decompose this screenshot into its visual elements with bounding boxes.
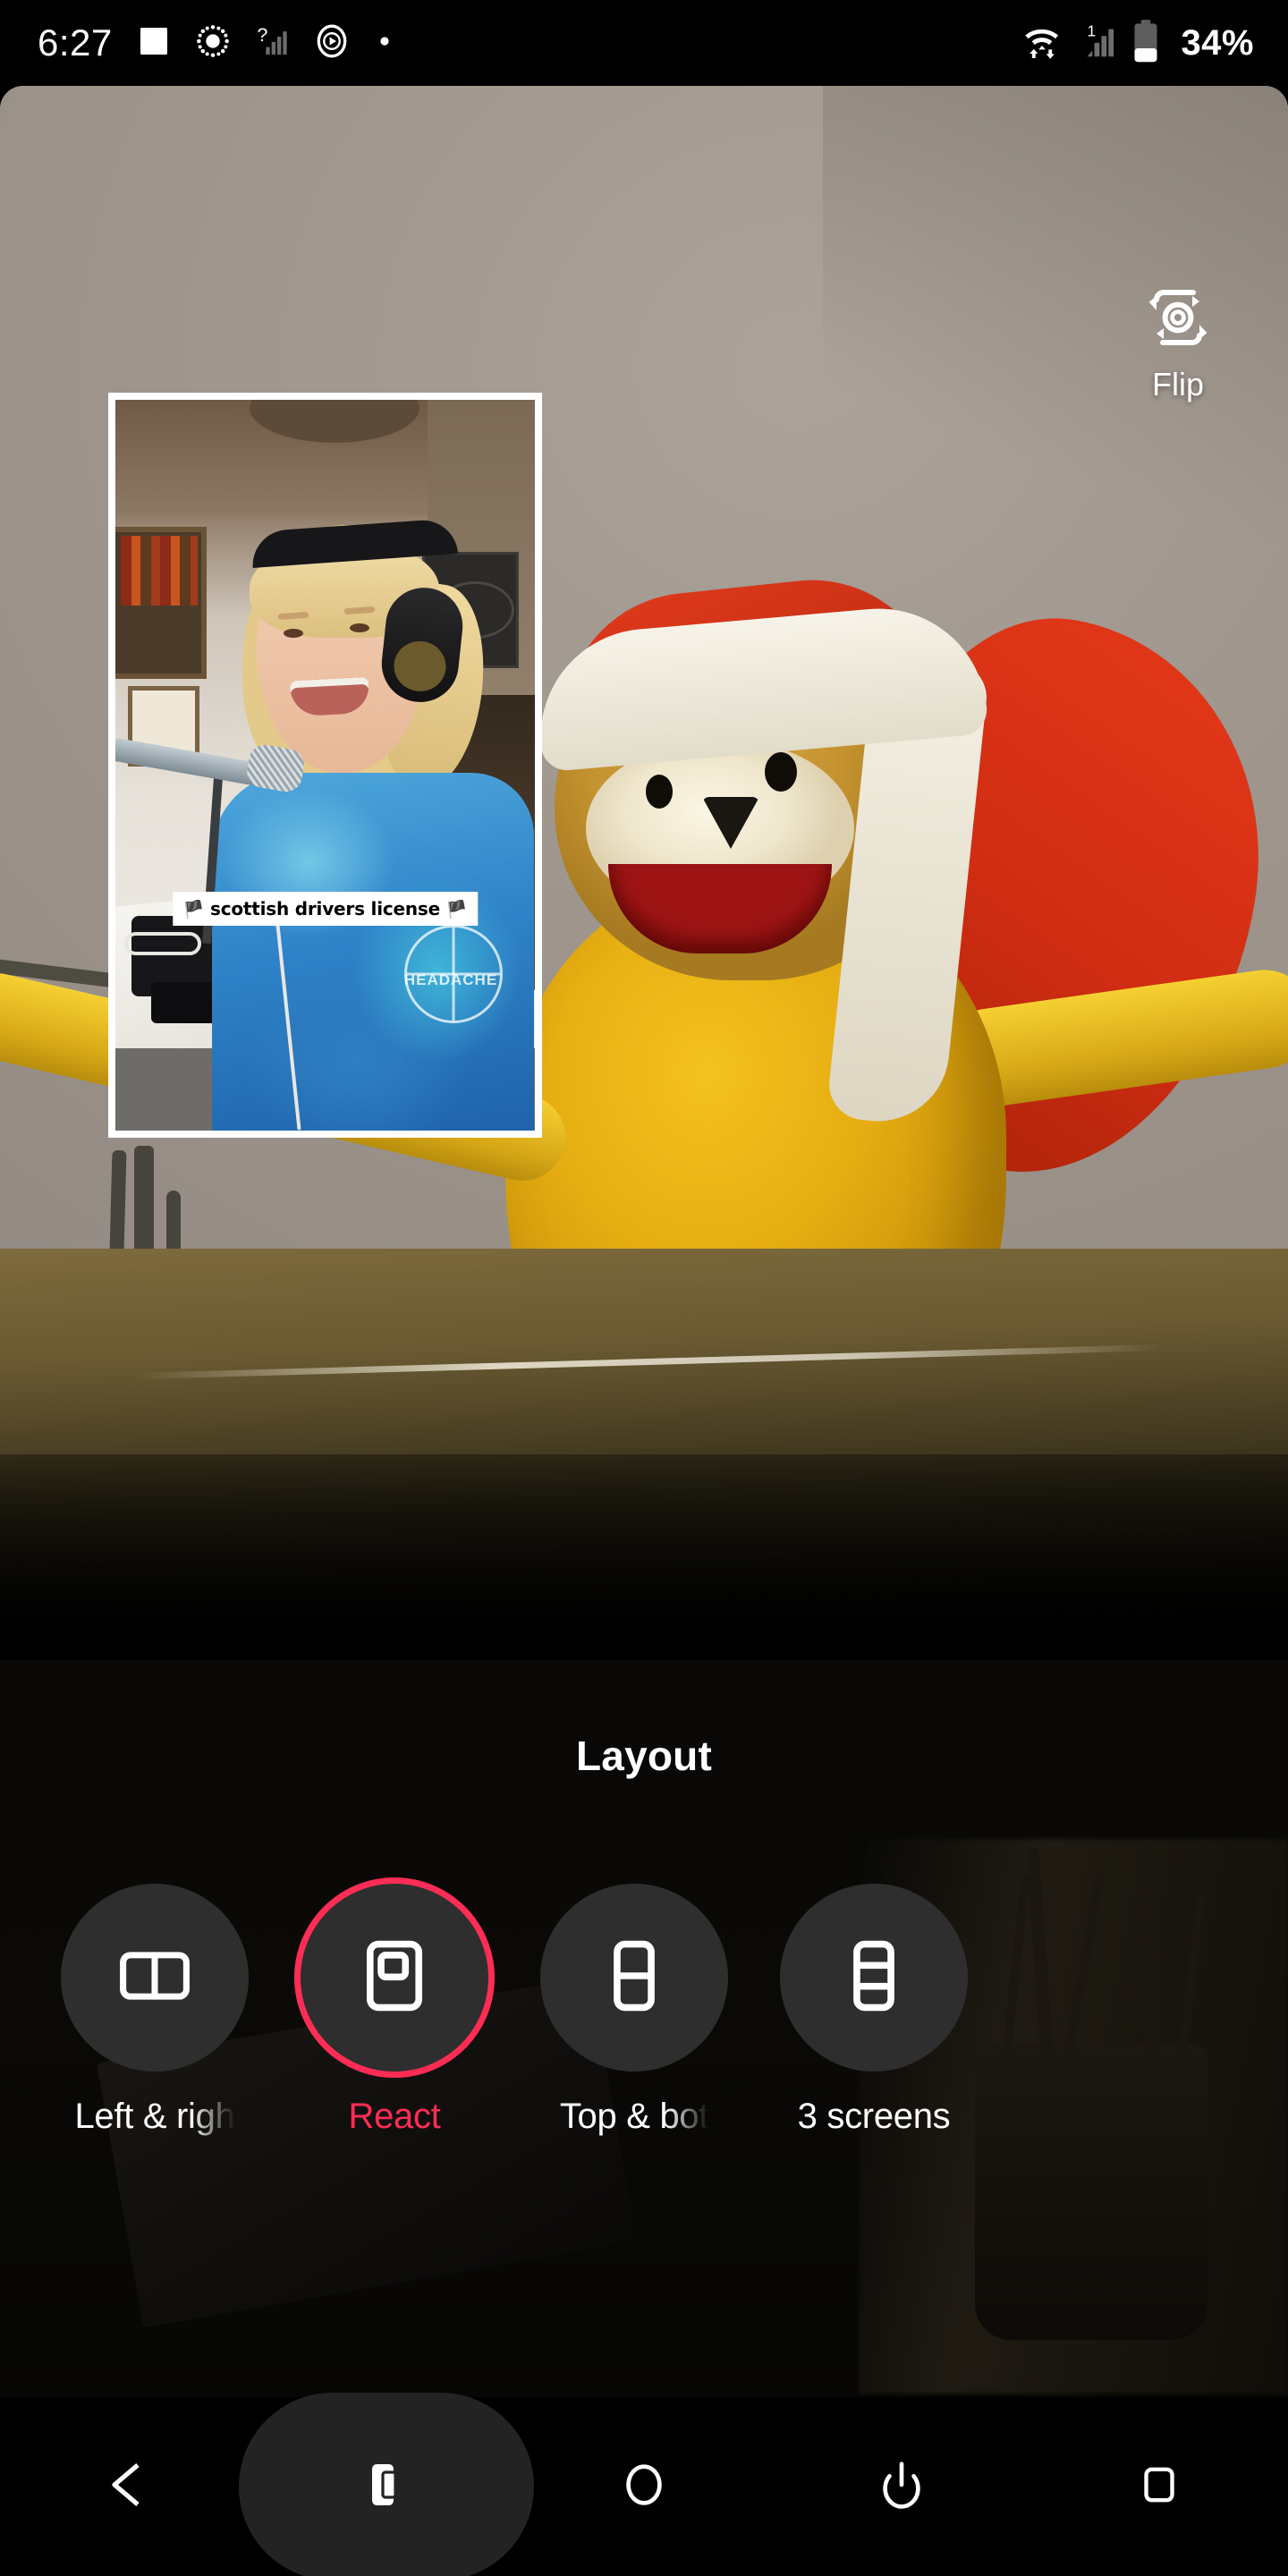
- battery-icon: [1131, 19, 1161, 68]
- photo-icon: [136, 23, 172, 64]
- svg-text:?: ?: [257, 23, 267, 46]
- desk-shadow: [0, 1454, 1288, 1660]
- dot-icon: [374, 30, 395, 56]
- flip-camera-label: Flip: [1151, 366, 1204, 402]
- back-button[interactable]: [62, 2419, 196, 2554]
- wifi-transfer-icon: [1020, 19, 1064, 68]
- layout-option-react-circle[interactable]: [301, 1884, 488, 2072]
- scotland-flag-icon-right: 🏴: [445, 900, 468, 919]
- layout-option-three-screens-circle[interactable]: [780, 1884, 968, 2072]
- layout-panel-title: Layout: [576, 1733, 712, 1779]
- power-icon: [874, 2457, 929, 2517]
- pip-books: [121, 536, 198, 606]
- toy-eye-right: [765, 752, 797, 792]
- battery-percent-label: 34%: [1181, 22, 1254, 63]
- brightness-icon: [195, 23, 231, 64]
- layout-option-react[interactable]: React: [301, 1884, 488, 2137]
- recents-button[interactable]: [1092, 2419, 1226, 2554]
- flip-camera-button[interactable]: Flip: [1114, 281, 1241, 403]
- phone-screen: 6:27 ? 1 34% Flip HEADACHE 🏴 scottish dr…: [0, 0, 1288, 2576]
- home-circle-icon: [616, 2457, 672, 2517]
- layout-three-screens-icon: [830, 1932, 918, 2024]
- layout-option-left-right-circle[interactable]: [61, 1884, 249, 2072]
- layout-options-list: Left & righ React Top & bot 3 screens: [0, 1884, 1288, 2137]
- pip-video-content: HEADACHE 🏴 scottish drivers license 🏴: [115, 400, 535, 1131]
- layout-option-top-bottom[interactable]: Top & bot: [540, 1884, 728, 2137]
- layout-option-left-right-label: Left & righ: [74, 2097, 235, 2136]
- screenshot-button[interactable]: [319, 2419, 453, 2554]
- layout-option-three-screens[interactable]: 3 screens: [780, 1884, 968, 2137]
- pip-person-eye: [284, 629, 303, 638]
- camera-preview[interactable]: Flip HEADACHE 🏴 scottish drivers license…: [0, 86, 1288, 1660]
- back-triangle-icon: [100, 2456, 157, 2518]
- pip-shirt-text: HEADACHE: [403, 971, 498, 988]
- toy-eye-left: [646, 775, 673, 809]
- layout-left-right-icon: [111, 1932, 199, 2024]
- layout-option-react-label: React: [348, 2097, 441, 2136]
- status-bar: 6:27 ? 1 34%: [0, 0, 1288, 86]
- layout-option-three-screens-label: 3 screens: [797, 2097, 951, 2136]
- square-recents-icon: [1133, 2459, 1185, 2515]
- status-bar-clock: 6:27: [38, 21, 113, 64]
- pip-caption: 🏴 scottish drivers license 🏴: [172, 892, 479, 926]
- flip-camera-icon: [1139, 281, 1217, 359]
- layout-option-left-right[interactable]: Left & righ: [61, 1884, 249, 2137]
- layout-option-top-bottom-label: Top & bot: [559, 2097, 709, 2136]
- phone-screenshot-icon: [360, 2458, 413, 2516]
- power-button[interactable]: [835, 2419, 969, 2554]
- pip-glasses: [124, 932, 201, 955]
- layout-react-icon: [351, 1932, 438, 2024]
- toy-nose: [702, 797, 759, 849]
- layout-option-top-bottom-circle[interactable]: [540, 1884, 728, 2072]
- media-play-icon: [313, 22, 351, 64]
- cellular-signal-icon: 1: [1077, 21, 1118, 66]
- layout-top-bottom-icon: [590, 1932, 678, 2024]
- home-button[interactable]: [577, 2419, 711, 2554]
- signal-unknown-icon: ?: [254, 23, 290, 64]
- android-navigation-bar: [0, 2397, 1288, 2576]
- pip-video-overlay[interactable]: HEADACHE 🏴 scottish drivers license 🏴: [108, 393, 542, 1138]
- status-bar-left: 6:27 ?: [0, 22, 395, 64]
- pip-caption-text: scottish drivers license: [210, 898, 440, 919]
- svg-text:1: 1: [1088, 21, 1097, 39]
- scotland-flag-icon-left: 🏴: [182, 900, 205, 919]
- status-bar-right: 1 34%: [1020, 19, 1288, 68]
- pip-person-eye: [350, 623, 369, 632]
